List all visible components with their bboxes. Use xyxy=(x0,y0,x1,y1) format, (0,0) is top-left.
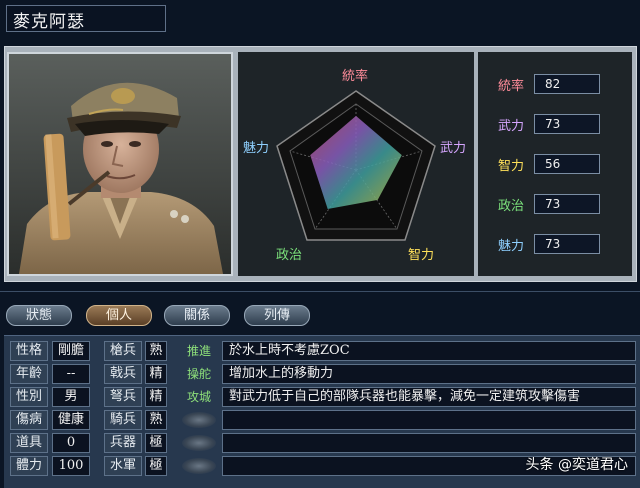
stat-label-tong: 統率 xyxy=(497,79,524,94)
stat-label-zhi: 智力 xyxy=(497,159,524,174)
portrait xyxy=(7,52,233,276)
profile-label: 道具 xyxy=(10,433,48,453)
tab-biography[interactable]: 列傳 xyxy=(244,305,310,326)
empty-skill-slot-icon xyxy=(182,412,216,428)
profile-value: 剛膽 xyxy=(52,341,90,361)
radar-label-tong: 統率 xyxy=(342,68,368,84)
stat-value-zheng: 73 xyxy=(534,194,600,214)
radar-label-wu: 武力 xyxy=(440,141,466,156)
troop-aptitude: 極 xyxy=(145,433,167,453)
troop-label: 槍兵 xyxy=(104,341,142,361)
ability-radar: 統率 武力 智力 政治 魅力 xyxy=(238,52,474,276)
troop-aptitude: 熟 xyxy=(145,341,167,361)
stat-value-zhi: 56 xyxy=(534,154,600,174)
stat-value-mei: 73 xyxy=(534,234,600,254)
profile-value: 健康 xyxy=(52,410,90,430)
troop-label: 弩兵 xyxy=(104,387,142,407)
radar-label-mei: 魅力 xyxy=(243,141,269,156)
empty-skill-slot-icon xyxy=(182,435,216,451)
skill-description xyxy=(222,433,636,453)
troop-label: 戟兵 xyxy=(104,364,142,384)
troop-aptitude: 熟 xyxy=(145,410,167,430)
stat-value-tong: 82 xyxy=(534,74,600,94)
troop-label: 騎兵 xyxy=(104,410,142,430)
radar-label-zhi: 智力 xyxy=(408,248,434,263)
profile-value: 男 xyxy=(52,387,90,407)
profile-label: 性別 xyxy=(10,387,48,407)
tab-relations[interactable]: 關係 xyxy=(164,305,230,326)
stat-value-wu: 73 xyxy=(534,114,600,134)
empty-skill-slot-icon xyxy=(182,458,216,474)
skill-description: 增加水上的移動力 xyxy=(222,364,636,384)
stat-label-zheng: 政治 xyxy=(497,199,524,214)
skill-description: 於水上時不考慮ZOC xyxy=(222,341,636,361)
tab-status[interactable]: 狀態 xyxy=(6,305,72,326)
skill-tag[interactable]: 操舵 xyxy=(182,365,216,383)
troop-aptitude: 極 xyxy=(145,456,167,476)
tab-divider xyxy=(0,291,640,292)
profile-label: 傷病 xyxy=(10,410,48,430)
profile-value: 0 xyxy=(52,433,90,453)
profile-label: 性格 xyxy=(10,341,48,361)
profile-label: 體力 xyxy=(10,456,48,476)
stat-label-mei: 魅力 xyxy=(497,239,524,254)
radar-label-zheng: 政治 xyxy=(276,248,302,263)
troop-aptitude: 精 xyxy=(145,364,167,384)
radar-chart: 統率 武力 智力 政治 魅力 xyxy=(243,68,466,263)
troop-label: 兵器 xyxy=(104,433,142,453)
troop-label: 水軍 xyxy=(104,456,142,476)
tab-personal[interactable]: 個人 xyxy=(86,305,152,326)
skill-tag[interactable]: 攻城 xyxy=(182,388,216,406)
profile-value: -- xyxy=(52,364,90,384)
stat-list: 統率 82 武力 73 智力 56 政治 73 魅力 73 xyxy=(478,52,632,276)
portrait-image xyxy=(9,54,231,274)
skill-description: 對武力低于自己的部隊兵器也能暴擊，減免一定建筑攻擊傷害 xyxy=(222,387,636,407)
character-name: 麥克阿瑟 xyxy=(6,5,166,32)
stat-label-wu: 武力 xyxy=(497,119,524,134)
skill-tag[interactable]: 推進 xyxy=(182,342,216,360)
profile-value: 100 xyxy=(52,456,90,476)
skill-description xyxy=(222,410,636,430)
profile-label: 年齡 xyxy=(10,364,48,384)
troop-aptitude: 精 xyxy=(145,387,167,407)
watermark: 头条 @奕道君心 xyxy=(525,457,628,473)
